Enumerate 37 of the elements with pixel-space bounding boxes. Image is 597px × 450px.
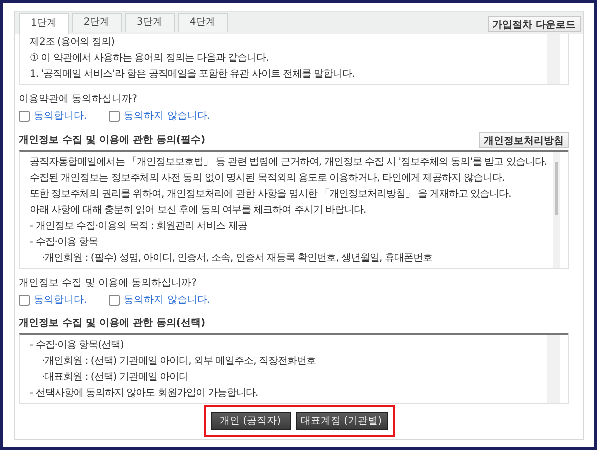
- text-line: 또한 정보주체의 권리를 위하여, 개인정보처리에 관한 사항을 명시한 「개인정보처리방침」 을 게재하고 있습니다.: [30, 188, 512, 202]
- tab[interactable]: 1단계: [19, 13, 69, 34]
- checkbox[interactable]: [19, 294, 30, 306]
- text-line: ·개인회원 : (필수) 성명, 아이디, 인증서, 소속, 인증서 재등록 확인번호, 생년월일, 휴대폰번호: [41, 252, 434, 266]
- tab[interactable]: 4단계: [178, 13, 228, 32]
- text-line: ·개인회원 : (선택) 기관메일 아이디, 외부 메일주소, 직장전화번호: [41, 355, 317, 369]
- section-title: 개인정보 수집 및 이용에 관한 동의(선택): [19, 317, 206, 331]
- text-line: 제2조 (용어의 정의): [30, 36, 116, 50]
- question-text: 개인정보 수집 및 이용에 동의하십니까?: [19, 277, 198, 291]
- option-label[interactable]: 동의하지 않습니다.: [124, 109, 211, 123]
- signup-button[interactable]: 개인 (공직자): [210, 412, 290, 430]
- tab[interactable]: 2단계: [72, 13, 122, 32]
- text-line: - 개인정보 수집·이용의 목적 : 회원관리 서비스 제공: [30, 220, 248, 234]
- scrollbar[interactable]: [547, 335, 560, 403]
- checkbox[interactable]: [109, 294, 120, 306]
- option-label[interactable]: 동의합니다.: [34, 293, 88, 307]
- text-line: - 수집·이용 항목(선택): [30, 339, 125, 353]
- scrollbar[interactable]: [553, 152, 560, 268]
- text-line: 1. '공직메일 서비스'라 함은 공직메일을 포함한 유관 사이트 전체를 말합니다.: [30, 68, 356, 82]
- policy-button[interactable]: 개인정보처리방침: [479, 132, 569, 148]
- text-line: - 수집·이용 항목: [30, 236, 100, 250]
- text-line: 수집된 개인정보는 정보주체의 사전 동의 없이 명시된 목적외의 용도로 이용하거나, 타인에게 제공하지 않습니다.: [30, 172, 506, 186]
- scrollbar[interactable]: [547, 34, 560, 84]
- text-line: 아래 사항에 대해 충분히 읽어 보신 후에 동의 여부를 체크하여 주시기 바랍니다.: [30, 204, 368, 218]
- text-line: - 선택사항에 동의하지 않아도 회원가입이 가능합니다.: [30, 387, 260, 401]
- checkbox[interactable]: [109, 110, 120, 122]
- signup-button[interactable]: 대표계정 (기관별): [296, 412, 388, 430]
- download-button[interactable]: 가입절차 다운로드: [488, 16, 581, 32]
- text-line: ·대표회원 : (선택) 기관메일 아이디: [41, 371, 190, 385]
- section-title: 개인정보 수집 및 이용에 관한 동의(필수): [19, 134, 206, 148]
- option-label[interactable]: 동의합니다.: [34, 109, 88, 123]
- option-label[interactable]: 동의하지 않습니다.: [124, 293, 211, 307]
- checkbox[interactable]: [19, 110, 30, 122]
- text-line: 공직자통합메일에서는 「개인정보보호법」 등 관련 법령에 근거하여, 개인정보 수집 시 '정보주체의 동의'를 받고 있습니다.: [30, 156, 547, 170]
- question-text: 이용약관에 동의하십니까?: [19, 93, 138, 107]
- text-line: ① 이 약관에서 사용하는 용어의 정의는 다음과 같습니다.: [30, 52, 270, 66]
- tab[interactable]: 3단계: [125, 13, 175, 32]
